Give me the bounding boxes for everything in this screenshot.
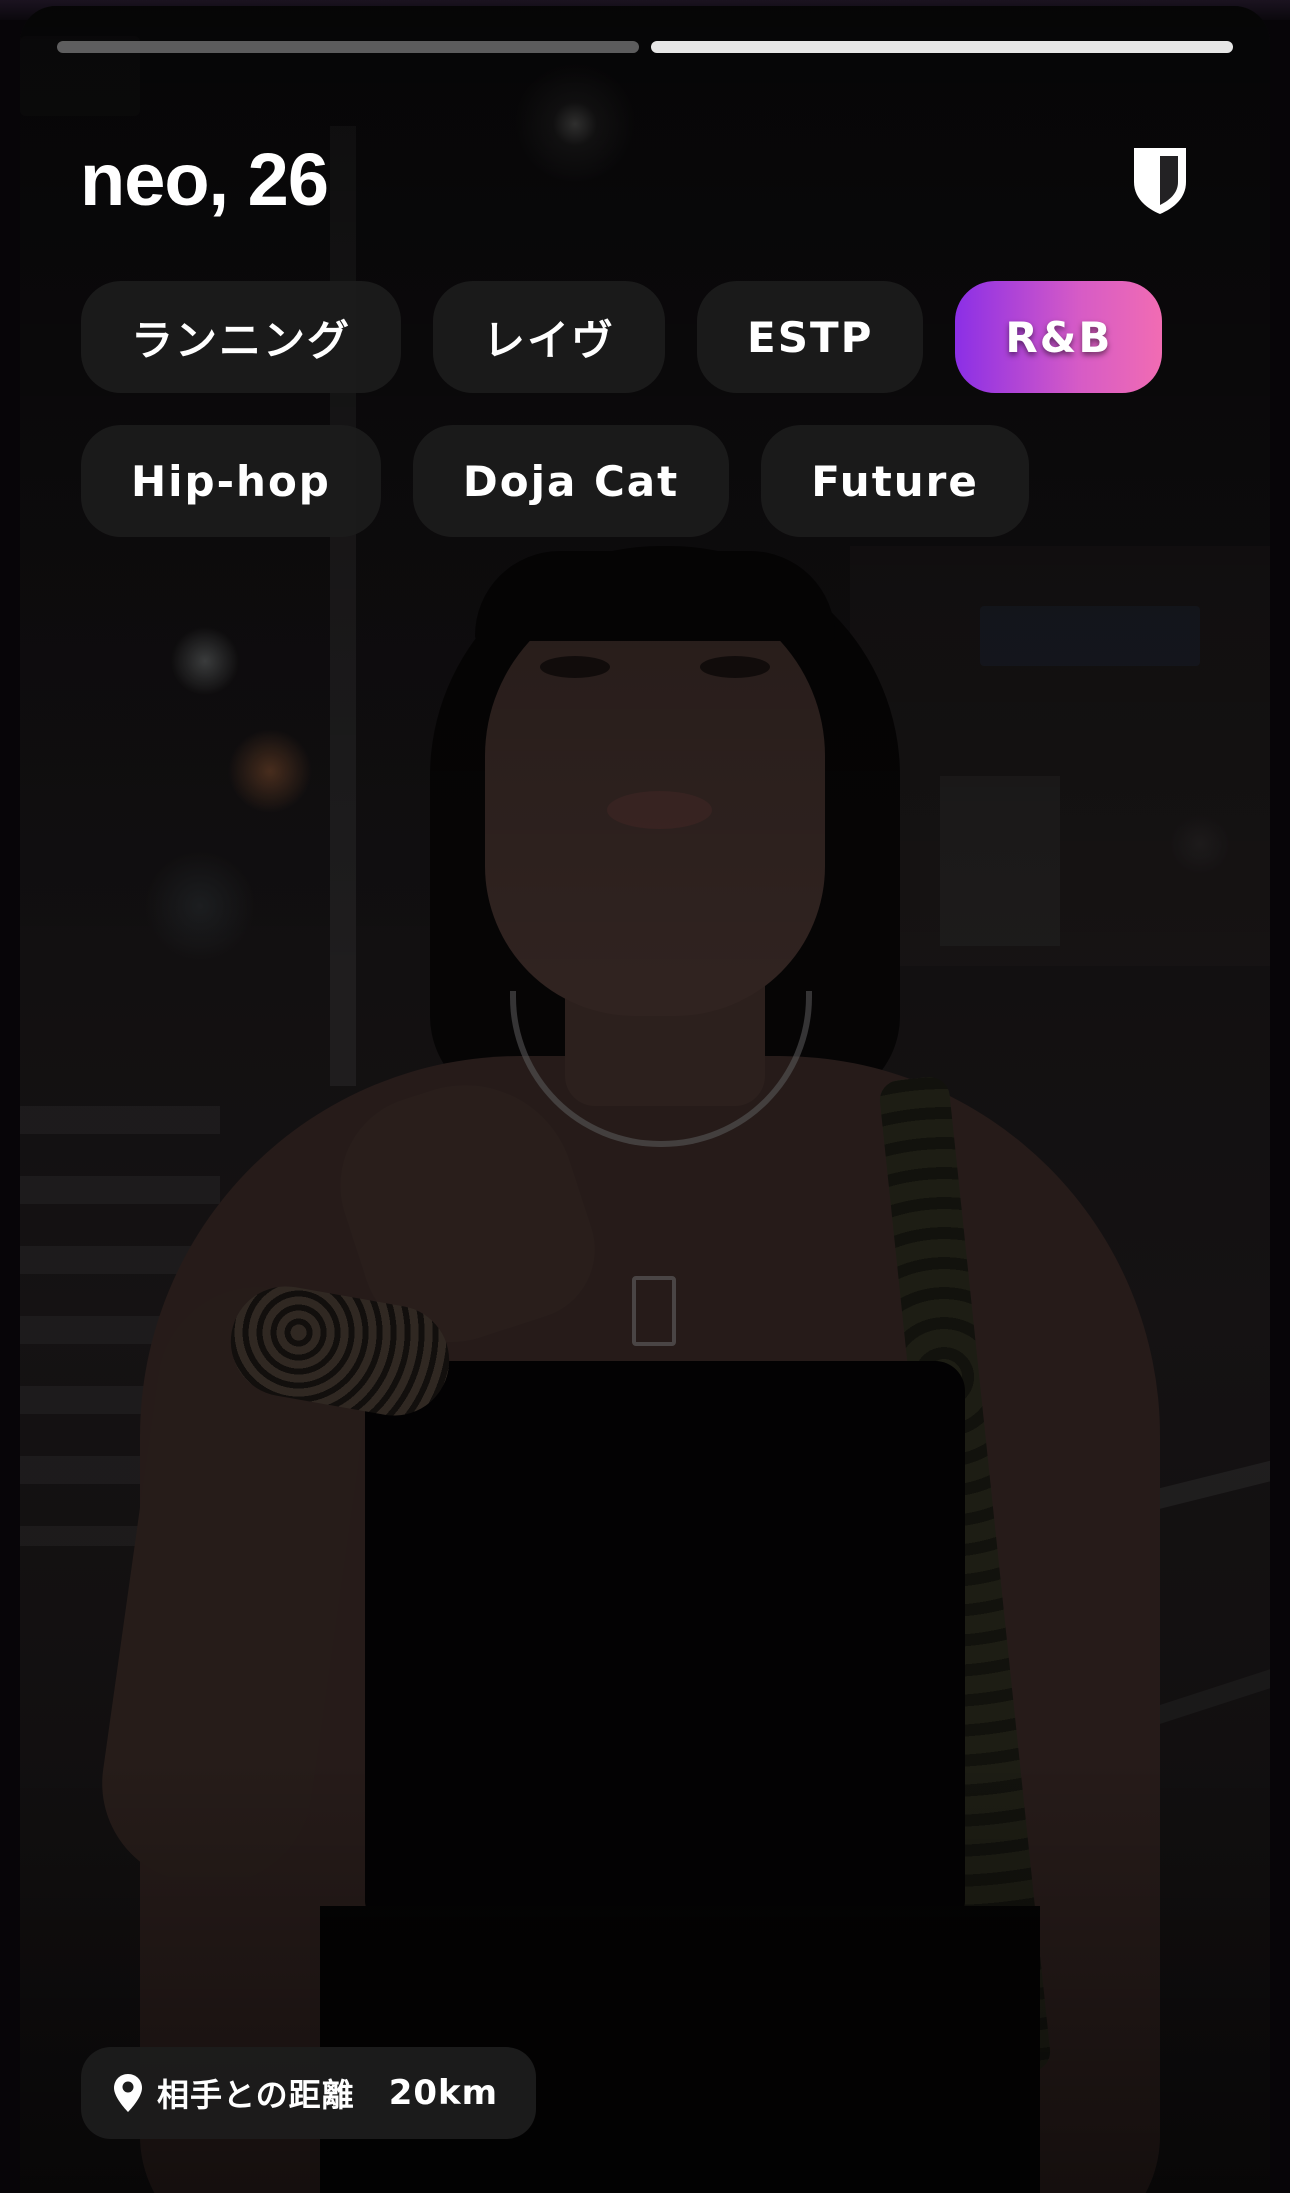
tag-doja-cat[interactable]: Doja Cat [412, 425, 730, 537]
tag-rnb-highlighted[interactable]: R&B [955, 281, 1163, 393]
tag-running[interactable]: ランニング [81, 281, 402, 393]
distance-value: 20km [388, 2073, 499, 2113]
profile-card[interactable]: neo, 26 ランニング レイヴ ESTP R&B Hip-hop Doja … [20, 6, 1270, 2193]
tag-row: Hip-hop Doja Cat Future [81, 425, 1231, 537]
location-pin-icon [114, 2074, 142, 2112]
progress-segment-active[interactable] [651, 41, 1233, 53]
distance-label: 相手との距離 [157, 2076, 355, 2114]
interest-tags: ランニング レイヴ ESTP R&B Hip-hop Doja Cat Futu… [81, 281, 1231, 569]
photo-progress-indicator [57, 41, 1233, 53]
tag-future[interactable]: Future [761, 425, 1029, 537]
tag-estp[interactable]: ESTP [697, 281, 924, 393]
distance-badge: 相手との距離 20km [81, 2047, 537, 2139]
tag-rave[interactable]: レイヴ [433, 281, 666, 393]
tag-row: ランニング レイヴ ESTP R&B [81, 281, 1231, 393]
profile-name-age: neo, 26 [80, 138, 329, 221]
shield-icon[interactable] [1130, 144, 1190, 216]
tag-hip-hop[interactable]: Hip-hop [81, 425, 381, 537]
progress-segment[interactable] [57, 41, 639, 53]
